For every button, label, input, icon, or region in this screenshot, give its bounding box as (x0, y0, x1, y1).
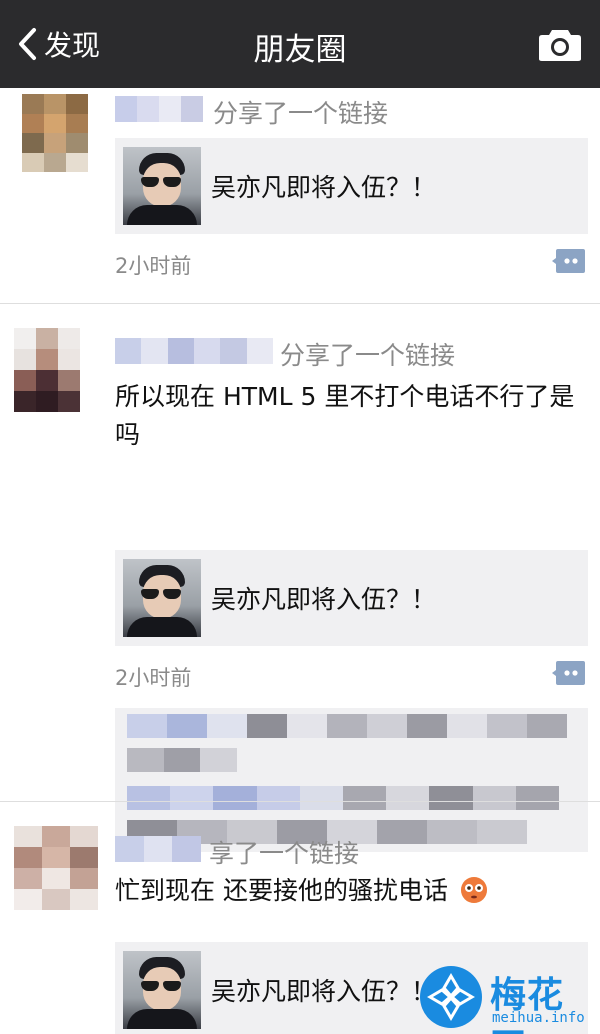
post-time: 2小时前 (115, 254, 192, 278)
flushed-face-emoji-icon (460, 877, 487, 903)
post-text: 忙到现在 还要接他的骚扰电话 (115, 872, 585, 910)
comment-icon[interactable] (552, 248, 586, 274)
shared-link-card[interactable]: 吴亦凡即将入伍？！ (115, 550, 588, 646)
blurred-username[interactable] (115, 338, 273, 364)
link-title: 吴亦凡即将入伍？！ (211, 977, 437, 1006)
comment-icon[interactable] (552, 660, 586, 686)
link-thumbnail (123, 951, 201, 1029)
avatar[interactable] (14, 328, 80, 412)
moment-post: 分享了一个链接 所以现在 HTML 5 里不打个电话不行了是吗 吴亦凡即将入伍？… (0, 304, 600, 852)
watermark-domain: meihua.info (492, 1010, 585, 1026)
share-action-text: 享了一个链接 (209, 839, 360, 868)
blurred-username[interactable] (115, 96, 203, 122)
link-thumbnail (123, 147, 201, 225)
blurred-comment[interactable] (127, 714, 567, 738)
avatar[interactable] (22, 94, 88, 172)
blurred-username[interactable] (115, 836, 202, 862)
avatar[interactable] (14, 826, 98, 910)
moments-feed[interactable]: 分享了一个链接 吴亦凡即将入伍？！ 2小时前 分享了一个链接 所以现在 HTML… (0, 88, 600, 1034)
share-action-text: 分享了一个链接 (280, 341, 456, 370)
post-time: 2小时前 (115, 666, 192, 690)
link-thumbnail (123, 559, 201, 637)
plum-blossom-logo-icon (420, 966, 482, 1028)
post-text-content: 忙到现在 还要接他的骚扰电话 (115, 876, 448, 905)
post-text: 所以现在 HTML 5 里不打个电话不行了是吗 (115, 382, 575, 449)
moment-post: 分享了一个链接 吴亦凡即将入伍？！ 2小时前 (0, 88, 600, 304)
navbar: 发现 朋友圈 (0, 0, 600, 88)
camera-icon (539, 30, 581, 61)
share-action-text: 分享了一个链接 (213, 99, 389, 128)
link-title: 吴亦凡即将入伍？！ (211, 173, 437, 202)
link-title: 吴亦凡即将入伍？！ (211, 585, 437, 614)
camera-button[interactable] (538, 26, 582, 66)
blurred-comment[interactable] (127, 748, 238, 772)
watermark: 梅花网 meihua.info (420, 966, 598, 1034)
shared-link-card[interactable]: 吴亦凡即将入伍？！ (115, 138, 588, 234)
page-title: 朋友圈 (253, 32, 347, 68)
